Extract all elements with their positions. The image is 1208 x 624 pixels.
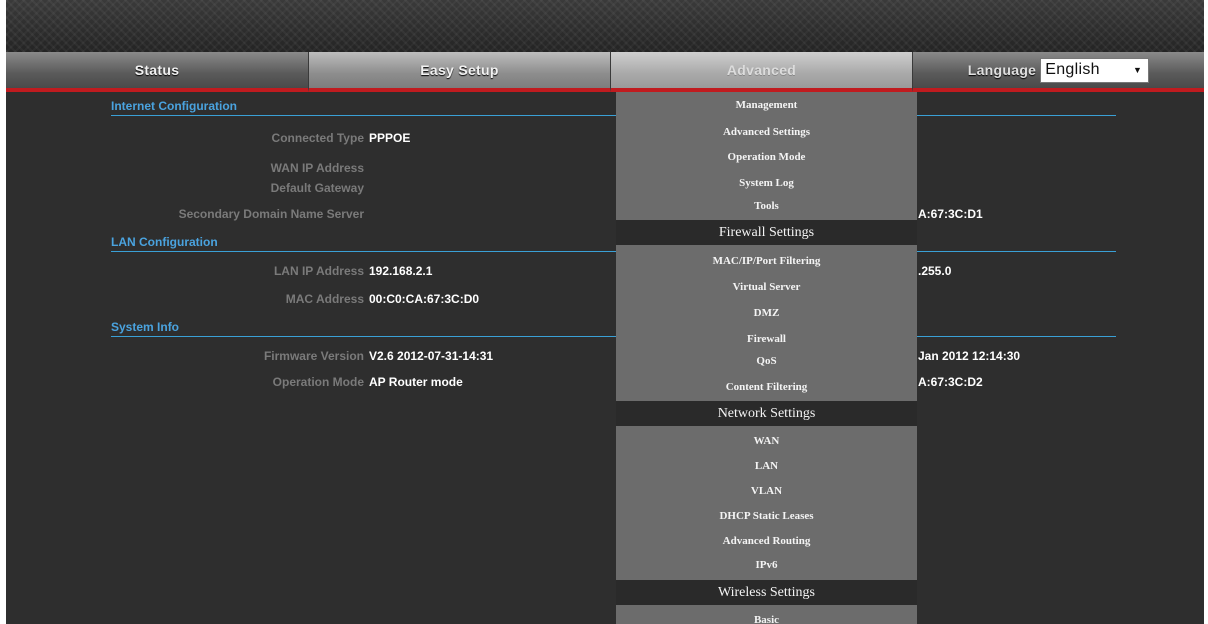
connected-type-label: Connected Type (271, 131, 364, 145)
system-info-heading: System Info (111, 321, 1116, 337)
connected-type-value: PPPOE (369, 131, 411, 145)
wan-ip-label: WAN IP Address (270, 161, 364, 175)
menu-item-operation-mode[interactable]: Operation Mode (616, 150, 917, 164)
menu-item-advanced-routing[interactable]: Advanced Routing (616, 534, 917, 548)
menu-item-system-log[interactable]: System Log (616, 176, 917, 190)
lan-ip-value: 192.168.2.1 (369, 264, 433, 278)
lan-ip-label: LAN IP Address (273, 264, 364, 278)
system-time-value: Jan 2012 12:14:30 (918, 349, 1021, 363)
firmware-version-value: V2.6 2012-07-31-14:31 (369, 349, 494, 363)
lan-right-value: .255.0 (918, 264, 952, 278)
main-nav: Status Easy Setup Advanced Language Engl… (6, 52, 1204, 92)
menu-item-wan[interactable]: WAN (616, 434, 917, 448)
secondary-dns-label: Secondary Domain Name Server (178, 207, 364, 221)
menu-item-management[interactable]: Management (616, 98, 917, 112)
router-admin-page: Status Easy Setup Advanced Language Engl… (6, 0, 1204, 624)
tab-easy-setup[interactable]: Easy Setup (308, 52, 610, 92)
language-area: Language English ▼ (912, 52, 1204, 92)
menu-item-advanced-settings[interactable]: Advanced Settings (616, 125, 917, 139)
mac-address-value: 00:C0:CA:67:3C:D0 (369, 292, 480, 306)
menu-item-dmz[interactable]: DMZ (616, 306, 917, 320)
menu-item-tools[interactable]: Tools (616, 199, 917, 213)
menu-item-basic[interactable]: Basic (616, 613, 917, 624)
advanced-dropdown-menu: Management Advanced Settings Operation M… (616, 92, 917, 624)
firmware-version-label: Firmware Version (263, 349, 364, 363)
menu-item-vlan[interactable]: VLAN (616, 484, 917, 498)
menu-item-dhcp-static-leases[interactable]: DHCP Static Leases (616, 509, 917, 523)
chevron-down-icon: ▼ (1133, 65, 1143, 75)
menu-item-virtual-server[interactable]: Virtual Server (616, 280, 917, 294)
menu-header-firewall: Firewall Settings (616, 220, 917, 245)
tab-advanced[interactable]: Advanced (610, 52, 912, 92)
menu-item-mac-ip-port-filtering[interactable]: MAC/IP/Port Filtering (616, 254, 917, 268)
menu-item-qos[interactable]: QoS (616, 354, 917, 368)
menu-item-ipv6[interactable]: IPv6 (616, 558, 917, 572)
internet-config-heading: Internet Configuration (111, 100, 1116, 116)
language-label: Language (967, 62, 1037, 78)
header-banner (6, 0, 1204, 52)
menu-header-wireless: Wireless Settings (616, 580, 917, 605)
system-right-mac-value: A:67:3C:D2 (918, 375, 983, 389)
menu-item-firewall[interactable]: Firewall (616, 332, 917, 346)
tab-status[interactable]: Status (6, 52, 308, 92)
menu-header-network: Network Settings (616, 401, 917, 426)
lan-config-heading: LAN Configuration (111, 236, 1116, 252)
menu-item-content-filtering[interactable]: Content Filtering (616, 380, 917, 394)
internet-right-value: A:67:3C:D1 (918, 207, 983, 221)
language-value: English (1045, 61, 1100, 78)
mac-address-label: MAC Address (285, 292, 364, 306)
language-select[interactable]: English ▼ (1040, 57, 1150, 83)
operation-mode-value: AP Router mode (369, 375, 463, 389)
menu-item-lan[interactable]: LAN (616, 459, 917, 473)
status-content: Internet Configuration Connected Type PP… (6, 92, 1204, 624)
operation-mode-label: Operation Mode (272, 375, 364, 389)
default-gateway-label: Default Gateway (270, 181, 364, 195)
